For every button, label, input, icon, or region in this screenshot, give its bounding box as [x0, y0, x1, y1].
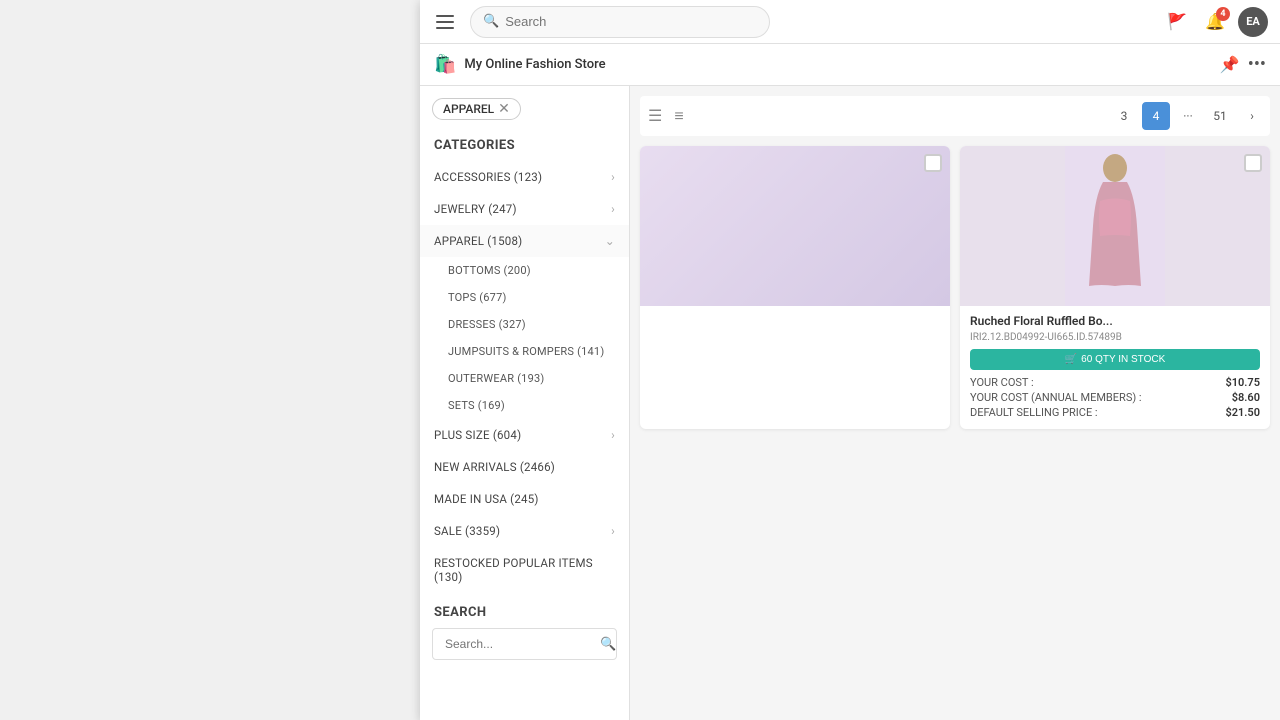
stock-label: 60 QTY IN STOCK	[1081, 354, 1165, 365]
category-item-new-arrivals[interactable]: NEW ARRIVALS (2466)	[420, 451, 629, 483]
product-sku: IRI2.12.BD04992-UI665.ID.57489B	[970, 332, 1260, 343]
category-item-jewelry[interactable]: JEWELRY (247) ›	[420, 193, 629, 225]
main-content: APPAREL ✕ CATEGORIES ACCESSORIES (123) ›…	[420, 86, 1280, 720]
grid-view-button[interactable]: ☰	[644, 104, 666, 128]
chip-label: APPAREL	[443, 102, 494, 116]
category-label: JEWELRY (247)	[434, 202, 611, 216]
notification-badge: 4	[1216, 7, 1230, 21]
category-label: PLUS SIZE (604)	[434, 428, 611, 442]
sidebar-search-wrap[interactable]: 🔍	[432, 628, 617, 660]
sidebar-search-input[interactable]	[445, 633, 600, 655]
search-bar[interactable]: 🔍	[470, 6, 770, 38]
your-cost-label: YOUR COST :	[970, 376, 1034, 389]
search-icon: 🔍	[483, 14, 499, 29]
store-name: My Online Fashion Store	[464, 57, 605, 72]
category-label: APPAREL (1508)	[434, 234, 605, 248]
apparel-chip[interactable]: APPAREL ✕	[432, 98, 521, 120]
default-price-row: DEFAULT SELLING PRICE : $21.50	[970, 406, 1260, 419]
your-cost-row: YOUR COST : $10.75	[970, 376, 1260, 389]
chip-close-icon[interactable]: ✕	[498, 102, 510, 116]
category-item-accessories[interactable]: ACCESSORIES (123) ›	[420, 161, 629, 193]
cart-icon: 🛒	[1065, 354, 1077, 365]
product-card-ruched-floral: Ruched Floral Ruffled Bo... IRI2.12.BD04…	[960, 146, 1270, 429]
sub-nav-actions: 📌 •••	[1220, 54, 1266, 75]
chevron-right-icon: ›	[611, 524, 615, 538]
pin-icon[interactable]: 📌	[1220, 55, 1240, 74]
view-buttons: ☰ ≡	[644, 104, 688, 128]
categories-label: CATEGORIES	[420, 132, 629, 161]
product-title: Ruched Floral Ruffled Bo...	[970, 314, 1260, 328]
category-label: ACCESSORIES (123)	[434, 170, 611, 184]
category-item-made-in-usa[interactable]: MADE IN USA (245)	[420, 483, 629, 515]
search-section-label: SEARCH	[420, 593, 629, 628]
flag-button[interactable]: 🚩	[1162, 7, 1192, 37]
product-info: Ruched Floral Ruffled Bo... IRI2.12.BD04…	[960, 306, 1270, 429]
store-icon: 🛍️	[434, 54, 456, 75]
subcategory-jumpsuits[interactable]: JUMPSUITS & ROMPERS (141)	[420, 338, 629, 365]
subcategory-tops[interactable]: TOPS (677)	[420, 284, 629, 311]
sidebar: APPAREL ✕ CATEGORIES ACCESSORIES (123) ›…	[420, 86, 630, 720]
subcategory-outerwear[interactable]: OUTERWEAR (193)	[420, 365, 629, 392]
product-checkbox[interactable]	[924, 154, 942, 172]
product-checkbox[interactable]	[1244, 154, 1262, 172]
default-price-label: DEFAULT SELLING PRICE :	[970, 406, 1098, 419]
category-item-restocked[interactable]: RESTOCKED POPULAR ITEMS (130)	[420, 547, 629, 593]
subcategory-sets[interactable]: SETS (169)	[420, 392, 629, 419]
annual-cost-row: YOUR COST (ANNUAL MEMBERS) : $8.60	[970, 391, 1260, 404]
category-label: RESTOCKED POPULAR ITEMS (130)	[434, 556, 615, 584]
page-ellipsis: ···	[1174, 102, 1202, 130]
hamburger-menu[interactable]	[432, 8, 460, 36]
category-item-plus-size[interactable]: PLUS SIZE (604) ›	[420, 419, 629, 451]
your-cost-value: $10.75	[1225, 376, 1260, 389]
top-navigation: 🔍 🚩 🔔 4 EA	[420, 0, 1280, 44]
search-input[interactable]	[505, 14, 757, 29]
list-view-button[interactable]: ≡	[670, 104, 687, 128]
category-label: MADE IN USA (245)	[434, 492, 615, 506]
notifications-button[interactable]: 🔔 4	[1200, 7, 1230, 37]
default-price-value: $21.50	[1225, 406, 1260, 419]
nav-icons: 🚩 🔔 4 EA	[1162, 7, 1268, 37]
page-4-button[interactable]: 4	[1142, 102, 1170, 130]
more-options-icon[interactable]: •••	[1248, 54, 1266, 75]
sub-navigation: 🛍️ My Online Fashion Store 📌 •••	[420, 44, 1280, 86]
product-image-area	[960, 146, 1270, 306]
right-panel: ☰ ≡ 3 4 ··· 51 ›	[630, 86, 1280, 720]
in-stock-button[interactable]: 🛒 60 QTY IN STOCK	[970, 349, 1260, 370]
annual-cost-label: YOUR COST (ANNUAL MEMBERS) :	[970, 391, 1142, 404]
product-grid: Ruched Floral Ruffled Bo... IRI2.12.BD04…	[640, 146, 1270, 429]
subcategory-dresses[interactable]: DRESSES (327)	[420, 311, 629, 338]
filter-chips: APPAREL ✕	[420, 86, 629, 132]
sidebar-search-icon[interactable]: 🔍	[600, 637, 616, 652]
product-image-area	[640, 146, 950, 306]
pagination-row: ☰ ≡ 3 4 ··· 51 ›	[640, 96, 1270, 136]
category-item-apparel[interactable]: APPAREL (1508) ⌄	[420, 225, 629, 257]
product-image-svg	[960, 146, 1270, 306]
subcategory-bottoms[interactable]: BOTTOMS (200)	[420, 257, 629, 284]
page-3-button[interactable]: 3	[1110, 102, 1138, 130]
chevron-right-icon: ›	[611, 170, 615, 184]
category-item-sale[interactable]: SALE (3359) ›	[420, 515, 629, 547]
next-page-button[interactable]: ›	[1238, 102, 1266, 130]
chevron-right-icon: ›	[611, 428, 615, 442]
chevron-right-icon: ›	[611, 202, 615, 216]
user-avatar[interactable]: EA	[1238, 7, 1268, 37]
annual-cost-value: $8.60	[1232, 391, 1260, 404]
category-label: SALE (3359)	[434, 524, 611, 538]
page-51-button[interactable]: 51	[1206, 102, 1234, 130]
category-label: NEW ARRIVALS (2466)	[434, 460, 615, 474]
product-card-placeholder	[640, 146, 950, 429]
chevron-down-icon: ⌄	[605, 234, 615, 248]
product-image-placeholder	[640, 146, 950, 306]
